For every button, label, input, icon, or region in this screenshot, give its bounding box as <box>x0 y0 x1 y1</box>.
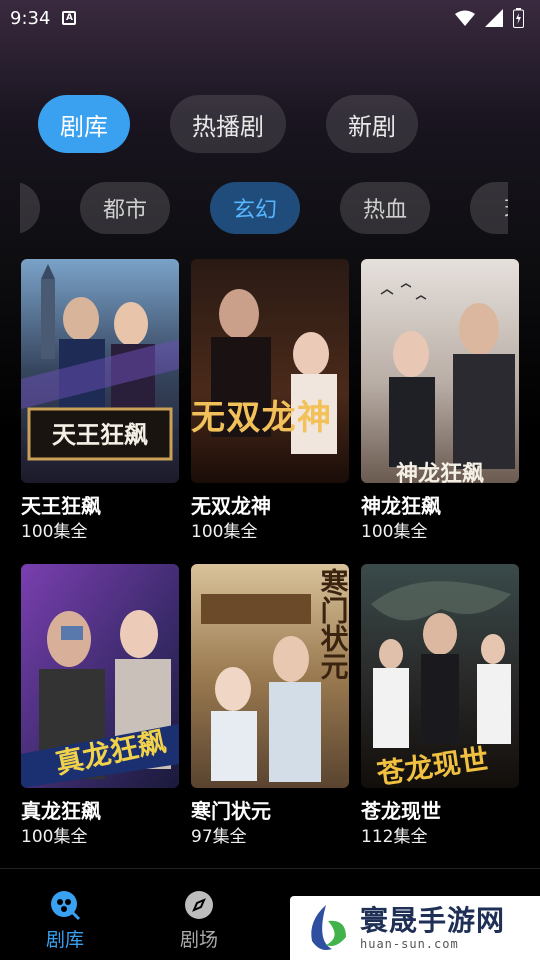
watermark-logo: 寰晟手游网 huan-sun.com <box>290 896 540 960</box>
watermark-cn: 寰晟手游网 <box>360 904 506 937</box>
watermark-leaf-icon <box>311 905 346 950</box>
watermark-en: huan-sun.com <box>360 937 459 951</box>
tab-library[interactable]: 剧库 <box>38 95 130 153</box>
wifi-icon <box>455 10 475 26</box>
genre-chip-urban[interactable]: 都市 <box>80 182 170 234</box>
watermark-text: 寰晟手游网 huan-sun.com <box>360 904 506 952</box>
drama-card[interactable]: 真龙狂飙 真龙狂飙 100集全 <box>21 564 179 869</box>
status-left: 9:34 A <box>10 7 77 29</box>
top-tabs: 剧库 热播剧 新剧 <box>38 95 418 153</box>
drama-poster[interactable]: 神龙狂飙 <box>361 259 519 483</box>
poster-image: 无双龙神 <box>191 259 349 483</box>
tab-hot[interactable]: 热播剧 <box>170 95 286 153</box>
poster-title-text: 神龙狂飙 <box>396 461 484 483</box>
poster-image: 真龙狂飙 <box>21 564 179 788</box>
genre-chip-hot-blood[interactable]: 热血 <box>340 182 430 234</box>
library-icon <box>51 891 81 921</box>
nav-label-theater: 剧场 <box>180 929 219 951</box>
drama-poster[interactable]: 天王狂飙 <box>21 259 179 483</box>
poster-title-text: 寒门状元 <box>317 567 350 680</box>
drama-episodes: 97集全 <box>191 827 247 847</box>
drama-poster[interactable]: 苍龙现世 <box>361 564 519 788</box>
poster-title-text: 无双龙神 <box>191 398 331 438</box>
genre-chip[interactable] <box>20 182 40 234</box>
poster-image: 苍龙现世 <box>361 564 519 788</box>
drama-episodes: 100集全 <box>191 522 258 542</box>
compass-icon <box>185 891 213 919</box>
genre-chip-fantasy[interactable]: 玄幻 <box>210 182 300 234</box>
drama-poster[interactable]: 真龙狂飙 <box>21 564 179 788</box>
drama-poster[interactable]: 无双龙神 <box>191 259 349 483</box>
poster-title-text: 天王狂飙 <box>52 420 148 449</box>
signal-icon <box>485 9 503 27</box>
notification-icon: A <box>62 11 77 25</box>
drama-episodes: 112集全 <box>361 827 428 847</box>
genre-filter-row[interactable]: 都市 玄幻 热血 现 <box>20 180 508 236</box>
drama-card[interactable]: 天王狂飙 天王狂飙 100集全 <box>21 259 179 564</box>
drama-title: 真龙狂飙 <box>21 799 101 823</box>
nav-item-library[interactable]: 剧库 <box>46 889 84 952</box>
poster-image: 寒门状元 <box>191 564 349 788</box>
drama-episodes: 100集全 <box>21 522 88 542</box>
drama-episodes: 100集全 <box>361 522 428 542</box>
poster-image: 天王狂飙 <box>21 259 179 483</box>
battery-icon <box>513 8 524 28</box>
drama-card[interactable]: 寒门状元 寒门状元 97集全 <box>191 564 349 869</box>
drama-poster[interactable]: 寒门状元 <box>191 564 349 788</box>
drama-card[interactable]: 苍龙现世 苍龙现世 112集全 <box>361 564 519 869</box>
drama-title: 苍龙现世 <box>361 799 441 823</box>
drama-grid: 天王狂飙 天王狂飙 100集全 无双龙神 无双龙神 100集全 神龙狂飙 神龙狂… <box>21 259 519 869</box>
tab-new[interactable]: 新剧 <box>326 95 418 153</box>
drama-title: 天王狂飙 <box>21 494 101 518</box>
status-right <box>455 8 524 28</box>
genre-chip-modern[interactable]: 现 <box>470 182 508 234</box>
drama-card[interactable]: 神龙狂飙 神龙狂飙 100集全 <box>361 259 519 564</box>
status-bar: 9:34 A <box>0 0 540 36</box>
drama-title: 寒门状元 <box>191 799 271 823</box>
drama-title: 无双龙神 <box>191 494 271 518</box>
status-time: 9:34 <box>10 7 51 29</box>
poster-image: 神龙狂飙 <box>361 259 519 483</box>
nav-label-library: 剧库 <box>46 929 85 951</box>
drama-episodes: 100集全 <box>21 827 88 847</box>
drama-card[interactable]: 无双龙神 无双龙神 100集全 <box>191 259 349 564</box>
drama-title: 神龙狂飙 <box>361 494 441 518</box>
nav-item-theater[interactable]: 剧场 <box>180 889 218 952</box>
